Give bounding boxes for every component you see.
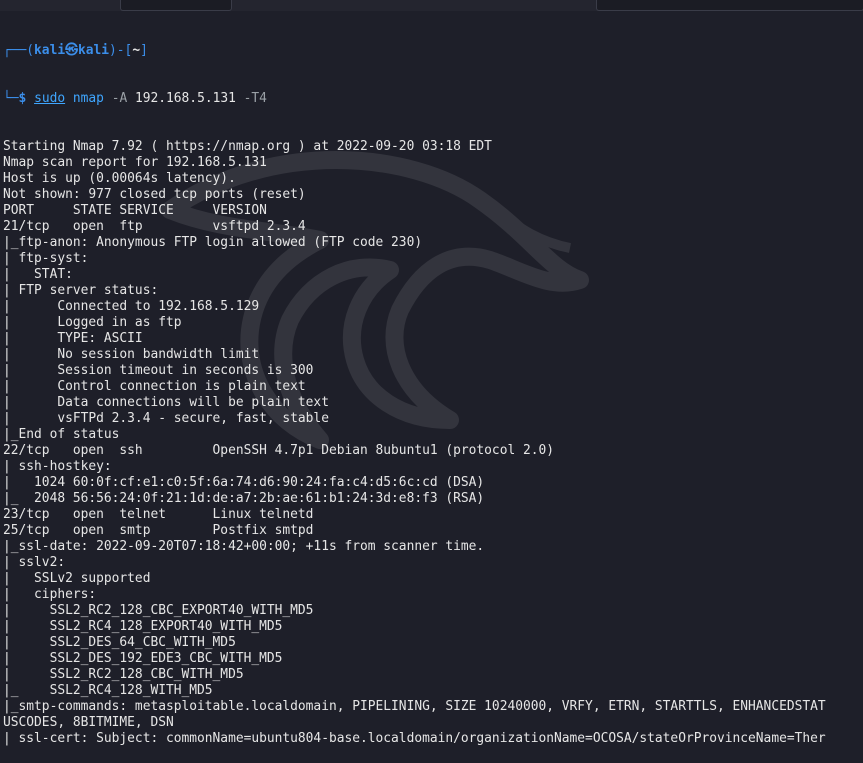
output-line: USCODES, 8BITMIME, DSN [3, 715, 174, 730]
output-line: | vsFTPd 2.3.4 - secure, fast, stable [3, 411, 329, 426]
command-flag-t: -T4 [243, 91, 267, 106]
output-line: |_ssl-date: 2022-09-20T07:18:42+00:00; +… [3, 539, 485, 554]
output-line: | ssl-cert: Subject: commonName=ubuntu80… [3, 731, 826, 746]
output-line: 25/tcp open smtp Postfix smtpd [3, 523, 314, 538]
output-line: Not shown: 977 closed tcp ports (reset) [3, 187, 306, 202]
output-line: | Control connection is plain text [3, 379, 306, 394]
terminal-tab[interactable] [596, 0, 863, 11]
prompt-at: ㉿ [65, 43, 78, 58]
window-tab-bar [0, 0, 863, 11]
output-line: |_ 2048 56:56:24:0f:21:1d:de:a7:2b:ae:61… [3, 491, 485, 506]
output-line: | Data connections will be plain text [3, 395, 329, 410]
output-line: | SSL2_RC2_128_CBC_WITH_MD5 [3, 667, 244, 682]
command-binary: nmap [72, 91, 104, 106]
output-line: PORT STATE SERVICE VERSION [3, 203, 267, 218]
prompt-line-1: ┌──(kali㉿kali)-[~] [3, 43, 148, 58]
output-line: | Connected to 192.168.5.129 [3, 299, 260, 314]
command-flag-a: -A [111, 91, 128, 106]
scan-output: Starting Nmap 7.92 ( https://nmap.org ) … [3, 139, 863, 747]
output-line: | SSL2_RC4_128_EXPORT40_WITH_MD5 [3, 619, 283, 634]
output-line: Host is up (0.00064s latency). [3, 171, 236, 186]
prompt-line-2: └─$ sudo nmap -A 192.168.5.131 -T4 [3, 91, 267, 106]
prompt-dollar: $ [18, 91, 27, 106]
command-target: 192.168.5.131 [134, 91, 236, 106]
output-line: | STAT: [3, 267, 73, 282]
output-line: |_End of status [3, 427, 120, 442]
terminal-tab[interactable] [120, 0, 232, 11]
output-line: | Logged in as ftp [3, 315, 182, 330]
command-sudo: sudo [34, 91, 66, 106]
output-line: | SSLv2 supported [3, 571, 151, 586]
output-line: 23/tcp open telnet Linux telnetd [3, 507, 314, 522]
output-line: Starting Nmap 7.92 ( https://nmap.org ) … [3, 139, 492, 154]
output-line: Nmap scan report for 192.168.5.131 [3, 155, 267, 170]
output-line: | SSL2_DES_192_EDE3_CBC_WITH_MD5 [3, 651, 283, 666]
output-line: | ciphers: [3, 587, 97, 602]
prompt-user: kali [34, 43, 66, 58]
prompt-path: ~ [132, 43, 141, 58]
output-line: | SSL2_DES_64_CBC_WITH_MD5 [3, 635, 236, 650]
output-line: | 1024 60:0f:cf:e1:c0:5f:6a:74:d6:90:24:… [3, 475, 485, 490]
output-line: | FTP server status: [3, 283, 159, 298]
output-line: |_smtp-commands: metasploitable.localdom… [3, 699, 826, 714]
output-line: | sslv2: [3, 555, 66, 570]
output-line: 22/tcp open ssh OpenSSH 4.7p1 Debian 8ub… [3, 443, 555, 458]
output-line: | ssh-hostkey: [3, 459, 112, 474]
output-line: |_ftp-anon: Anonymous FTP login allowed … [3, 235, 423, 250]
prompt-host: kali [77, 43, 110, 58]
output-line: | SSL2_RC2_128_CBC_EXPORT40_WITH_MD5 [3, 603, 314, 618]
output-line: | ftp-syst: [3, 251, 89, 266]
output-line: | No session bandwidth limit [3, 347, 260, 362]
terminal-output[interactable]: ┌──(kali㉿kali)-[~] └─$ sudo nmap -A 192.… [0, 11, 863, 763]
output-line: | Session timeout in seconds is 300 [3, 363, 314, 378]
output-line: | TYPE: ASCII [3, 331, 143, 346]
output-line: |_ SSL2_RC4_128_WITH_MD5 [3, 683, 213, 698]
output-line: 21/tcp open ftp vsftpd 2.3.4 [3, 219, 306, 234]
